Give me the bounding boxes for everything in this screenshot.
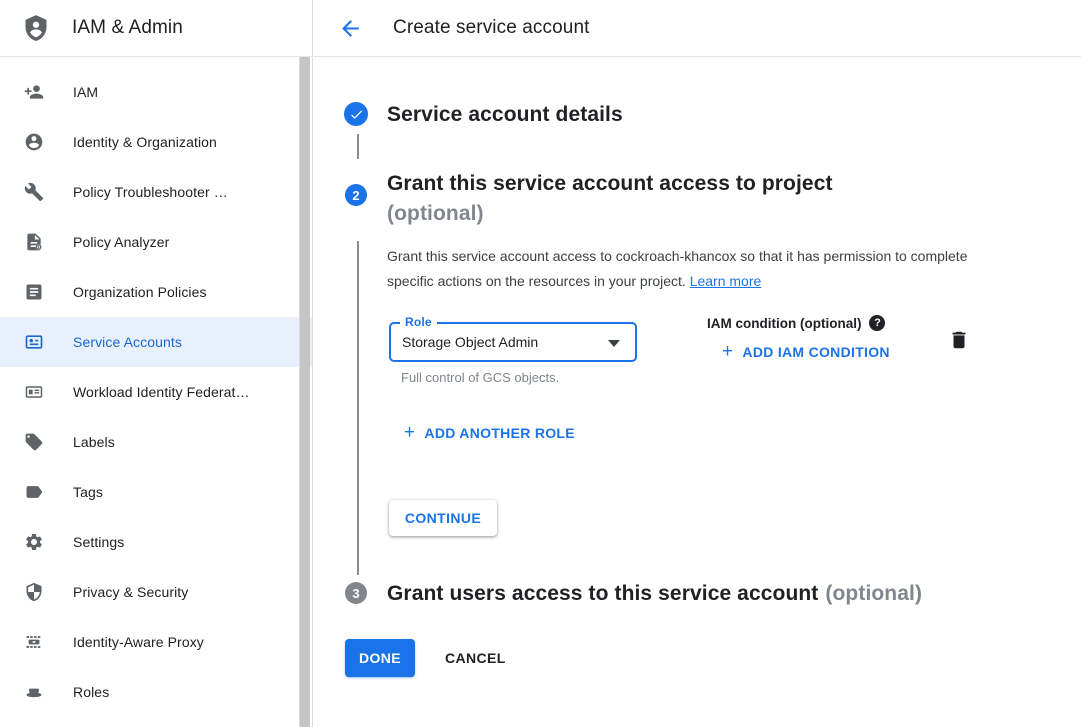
step2-title-text: Grant this service account access to pro… bbox=[387, 172, 833, 195]
check-icon bbox=[349, 107, 364, 122]
sidebar-item-organization-policies[interactable]: Organization Policies bbox=[0, 267, 312, 317]
sidebar-item-policy-troubleshooter[interactable]: Policy Troubleshooter … bbox=[0, 167, 312, 217]
sidebar-item-iam[interactable]: IAM bbox=[0, 67, 312, 117]
sidebar-scrollbar[interactable] bbox=[299, 57, 310, 727]
add-another-role-label: ADD ANOTHER ROLE bbox=[424, 425, 575, 441]
step1-complete-badge bbox=[344, 102, 368, 126]
plus-icon: + bbox=[722, 342, 733, 361]
add-iam-condition-button[interactable]: + ADD IAM CONDITION bbox=[722, 342, 890, 361]
sidebar-item-tags[interactable]: Tags bbox=[0, 467, 312, 517]
iam-condition-label-text: IAM condition (optional) bbox=[707, 316, 861, 331]
product-title: IAM & Admin bbox=[72, 17, 183, 39]
service-account-icon bbox=[24, 332, 44, 352]
top-bar: IAM & Admin Create service account bbox=[0, 0, 1081, 57]
learn-more-link[interactable]: Learn more bbox=[690, 273, 762, 289]
step3-title: Grant users access to this service accou… bbox=[387, 579, 922, 609]
step2-description: Grant this service account access to coc… bbox=[387, 244, 985, 294]
done-button[interactable]: DONE bbox=[345, 639, 415, 677]
iam-admin-app: IAM & Admin Create service account IAM Id… bbox=[0, 0, 1081, 727]
dropdown-caret-icon bbox=[608, 340, 620, 347]
step3-optional-label: (optional) bbox=[825, 582, 922, 605]
step2-optional-label: (optional) bbox=[387, 199, 833, 229]
tag-arrow-icon bbox=[24, 482, 44, 502]
create-service-account-form: Service account details 2 Grant this ser… bbox=[313, 57, 1081, 727]
iam-condition-label: IAM condition (optional) ? bbox=[707, 315, 885, 331]
step3-title-text: Grant users access to this service accou… bbox=[387, 582, 818, 605]
sidebar-item-label: Policy Troubleshooter … bbox=[73, 184, 228, 200]
page-header: Create service account bbox=[313, 0, 1081, 56]
step2-description-text: Grant this service account access to coc… bbox=[387, 248, 968, 289]
add-another-role-button[interactable]: + ADD ANOTHER ROLE bbox=[404, 423, 575, 442]
sidebar-item-label: Tags bbox=[73, 484, 103, 500]
cancel-button[interactable]: CANCEL bbox=[433, 639, 518, 677]
continue-button[interactable]: CONTINUE bbox=[389, 500, 497, 536]
sidebar-item-identity-organization[interactable]: Identity & Organization bbox=[0, 117, 312, 167]
sidebar-item-label: Workload Identity Federat… bbox=[73, 384, 250, 400]
add-iam-condition-label: ADD IAM CONDITION bbox=[742, 344, 889, 360]
sidebar-item-privacy-security[interactable]: Privacy & Security bbox=[0, 567, 312, 617]
role-helper-text: Full control of GCS objects. bbox=[401, 370, 559, 385]
wrench-icon bbox=[24, 182, 44, 202]
sidebar-item-label: Identity & Organization bbox=[73, 134, 217, 150]
sidebar-item-label: Settings bbox=[73, 534, 124, 550]
sidebar-item-label: IAM bbox=[73, 84, 98, 100]
plus-icon: + bbox=[404, 423, 415, 442]
sidebar: IAM Identity & Organization Policy Trouble… bbox=[0, 57, 313, 727]
sidebar-item-service-accounts[interactable]: Service Accounts bbox=[0, 317, 312, 367]
account-circle-icon bbox=[24, 132, 44, 152]
page-title: Create service account bbox=[393, 17, 590, 39]
sidebar-item-label: Labels bbox=[73, 434, 115, 450]
stepper-connector bbox=[357, 134, 359, 159]
sidebar-item-label: Roles bbox=[73, 684, 109, 700]
roles-hat-icon bbox=[24, 682, 44, 702]
iam-shield-logo-icon bbox=[22, 14, 50, 42]
sidebar-item-settings[interactable]: Settings bbox=[0, 517, 312, 567]
proxy-icon bbox=[24, 632, 44, 652]
sidebar-item-policy-analyzer[interactable]: Policy Analyzer bbox=[0, 217, 312, 267]
arrow-back-icon bbox=[338, 16, 363, 41]
policy-analyzer-icon bbox=[24, 232, 44, 252]
sidebar-item-identity-aware-proxy[interactable]: Identity-Aware Proxy bbox=[0, 617, 312, 667]
step3-badge: 3 bbox=[345, 582, 367, 604]
sidebar-item-roles[interactable]: Roles bbox=[0, 667, 312, 717]
person-add-icon bbox=[24, 82, 44, 102]
help-icon[interactable]: ? bbox=[869, 315, 885, 331]
role-select-value: Storage Object Admin bbox=[402, 334, 538, 350]
sidebar-nav: IAM Identity & Organization Policy Trouble… bbox=[0, 57, 312, 717]
sidebar-item-label: Policy Analyzer bbox=[73, 234, 169, 250]
shield-half-icon bbox=[24, 582, 44, 602]
sidebar-item-label: Service Accounts bbox=[73, 334, 182, 350]
delete-role-button[interactable] bbox=[948, 328, 972, 352]
step2-badge: 2 bbox=[345, 184, 367, 206]
card-icon bbox=[24, 382, 44, 402]
stepper-connector bbox=[357, 241, 359, 575]
sidebar-item-labels[interactable]: Labels bbox=[0, 417, 312, 467]
sidebar-item-label: Identity-Aware Proxy bbox=[73, 634, 204, 650]
trash-icon bbox=[948, 329, 972, 351]
product-header: IAM & Admin bbox=[0, 0, 313, 56]
role-select[interactable]: Role Storage Object Admin bbox=[389, 322, 637, 362]
gear-icon bbox=[24, 532, 44, 552]
sidebar-item-label: Privacy & Security bbox=[73, 584, 188, 600]
label-icon bbox=[24, 432, 44, 452]
role-select-label: Role bbox=[400, 315, 437, 329]
step1-title: Service account details bbox=[387, 100, 623, 130]
back-button[interactable] bbox=[337, 15, 363, 41]
sidebar-item-label: Organization Policies bbox=[73, 284, 207, 300]
sidebar-item-workload-identity-federat[interactable]: Workload Identity Federat… bbox=[0, 367, 312, 417]
document-icon bbox=[24, 282, 44, 302]
step2-title: Grant this service account access to pro… bbox=[387, 169, 833, 229]
